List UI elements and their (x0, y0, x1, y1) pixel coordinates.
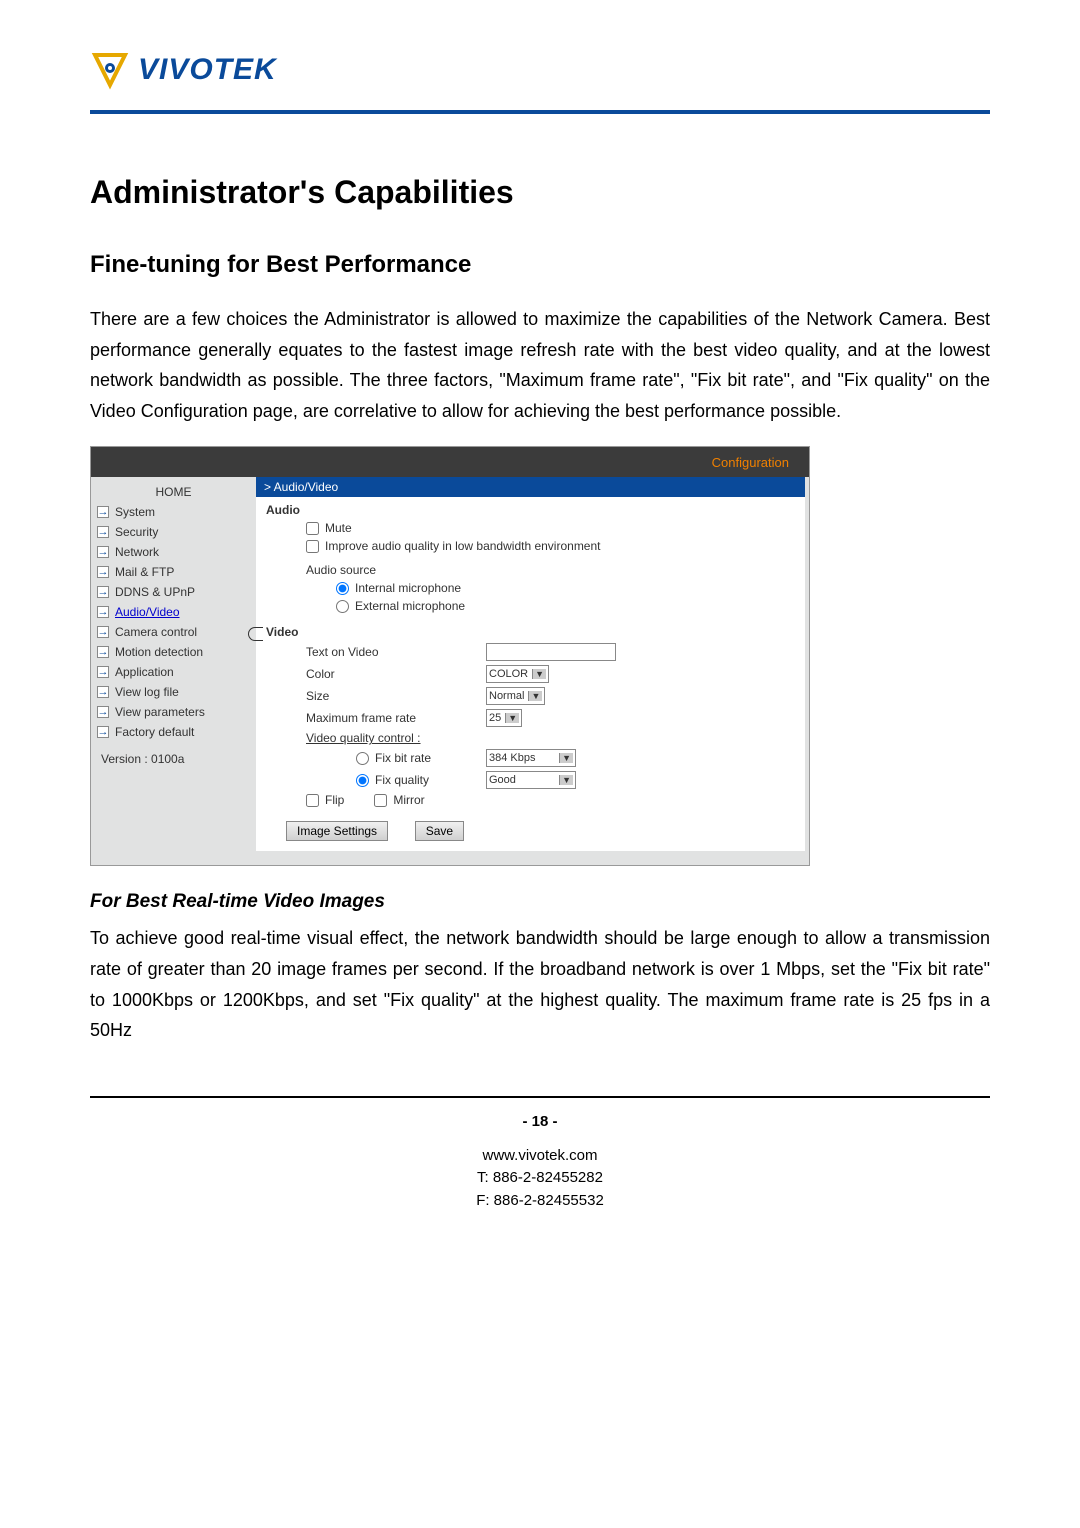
footer-url: www.vivotek.com (90, 1145, 990, 1168)
expand-icon[interactable]: → (97, 546, 109, 558)
nav-mail-ftp[interactable]: →Mail & FTP (95, 562, 252, 582)
fix-bit-rate-label: Fix bit rate (375, 751, 431, 765)
footer-info: www.vivotek.com T: 886-2-82455282 F: 886… (90, 1145, 990, 1213)
nav-home[interactable]: HOME (95, 482, 252, 502)
save-button[interactable]: Save (415, 821, 464, 841)
flip-label: Flip (325, 793, 344, 807)
page-number: - 18 - (90, 1113, 990, 1130)
chevron-down-icon: ▼ (528, 691, 542, 701)
chevron-down-icon: ▼ (505, 713, 519, 723)
version-label: Version : 0100a (95, 742, 252, 776)
expand-icon[interactable]: → (97, 506, 109, 518)
footer-divider (90, 1096, 990, 1098)
expand-icon[interactable]: → (97, 666, 109, 678)
subsection-paragraph: To achieve good real-time visual effect,… (90, 923, 990, 1045)
expand-icon[interactable]: → (97, 526, 109, 538)
size-label: Size (306, 689, 486, 703)
expand-icon[interactable]: → (97, 606, 109, 618)
logo-header: VIVOTEK (90, 50, 990, 90)
fix-bit-rate-select[interactable]: 384 Kbps▼ (486, 749, 576, 767)
expand-icon[interactable]: → (97, 586, 109, 598)
fix-bit-rate-radio[interactable] (356, 752, 369, 765)
nav-camera-control[interactable]: →Camera control (95, 622, 252, 642)
video-section-title: Video (266, 625, 795, 639)
external-mic-radio[interactable] (336, 600, 349, 613)
expand-icon[interactable]: → (97, 566, 109, 578)
expand-icon[interactable]: → (97, 726, 109, 738)
nav-view-log-file[interactable]: →View log file (95, 682, 252, 702)
external-mic-label: External microphone (355, 599, 465, 613)
mute-checkbox[interactable] (306, 522, 319, 535)
expand-icon[interactable]: → (97, 646, 109, 658)
page-title: Administrator's Capabilities (90, 174, 990, 211)
config-screenshot: Configuration HOME →System →Security →Ne… (90, 446, 810, 866)
nav-motion-detection[interactable]: →Motion detection (95, 642, 252, 662)
footer-fax: F: 886-2-82455532 (90, 1190, 990, 1213)
max-frame-rate-label: Maximum frame rate (306, 711, 486, 725)
chevron-down-icon: ▼ (559, 775, 573, 785)
improve-audio-checkbox[interactable] (306, 540, 319, 553)
expand-icon[interactable]: → (97, 686, 109, 698)
internal-mic-radio[interactable] (336, 582, 349, 595)
mute-label: Mute (325, 521, 352, 535)
color-select[interactable]: COLOR▼ (486, 665, 549, 683)
nav-view-parameters[interactable]: →View parameters (95, 702, 252, 722)
improve-audio-row: Improve audio quality in low bandwidth e… (306, 539, 795, 553)
text-on-video-label: Text on Video (306, 645, 486, 659)
audio-section-title: Audio (266, 503, 795, 517)
audio-source-label: Audio source (266, 563, 795, 577)
video-quality-control-label: Video quality control : (306, 731, 486, 745)
external-mic-row: External microphone (336, 599, 795, 613)
fix-quality-label: Fix quality (375, 773, 429, 787)
nav-system[interactable]: →System (95, 502, 252, 522)
expand-icon[interactable]: → (97, 706, 109, 718)
breadcrumb: > Audio/Video (256, 477, 805, 497)
nav-factory-default[interactable]: →Factory default (95, 722, 252, 742)
nav-application[interactable]: →Application (95, 662, 252, 682)
chevron-down-icon: ▼ (559, 753, 573, 763)
internal-mic-row: Internal microphone (336, 581, 795, 595)
nav-audio-video[interactable]: →Audio/Video (95, 602, 252, 622)
sidebar-nav: HOME →System →Security →Network →Mail & … (91, 477, 256, 781)
content-panel: > Audio/Video Audio Mute Improve audio q… (256, 477, 805, 851)
expand-icon[interactable]: → (97, 626, 109, 638)
mirror-label: Mirror (393, 793, 424, 807)
mirror-checkbox[interactable] (374, 794, 387, 807)
fix-quality-radio[interactable] (356, 774, 369, 787)
vivotek-logo-icon (90, 50, 130, 90)
flip-checkbox[interactable] (306, 794, 319, 807)
mute-row: Mute (306, 521, 795, 535)
improve-audio-label: Improve audio quality in low bandwidth e… (325, 539, 601, 553)
max-frame-rate-select[interactable]: 25▼ (486, 709, 522, 727)
text-on-video-input[interactable] (486, 643, 616, 661)
nav-network[interactable]: →Network (95, 542, 252, 562)
internal-mic-label: Internal microphone (355, 581, 461, 595)
chevron-down-icon: ▼ (532, 669, 546, 679)
header-divider (90, 110, 990, 114)
configuration-label: Configuration (712, 455, 789, 470)
nav-ddns-upnp[interactable]: →DDNS & UPnP (95, 582, 252, 602)
screenshot-header-bar: Configuration (91, 447, 809, 477)
size-select[interactable]: Normal▼ (486, 687, 545, 705)
color-label: Color (306, 667, 486, 681)
logo-text: VIVOTEK (138, 53, 277, 87)
section-heading: Fine-tuning for Best Performance (90, 251, 990, 279)
image-settings-button[interactable]: Image Settings (286, 821, 388, 841)
subsection-heading: For Best Real-time Video Images (90, 891, 990, 913)
footer-tel: T: 886-2-82455282 (90, 1167, 990, 1190)
intro-paragraph: There are a few choices the Administrato… (90, 304, 990, 426)
nav-security[interactable]: →Security (95, 522, 252, 542)
fix-quality-select[interactable]: Good▼ (486, 771, 576, 789)
